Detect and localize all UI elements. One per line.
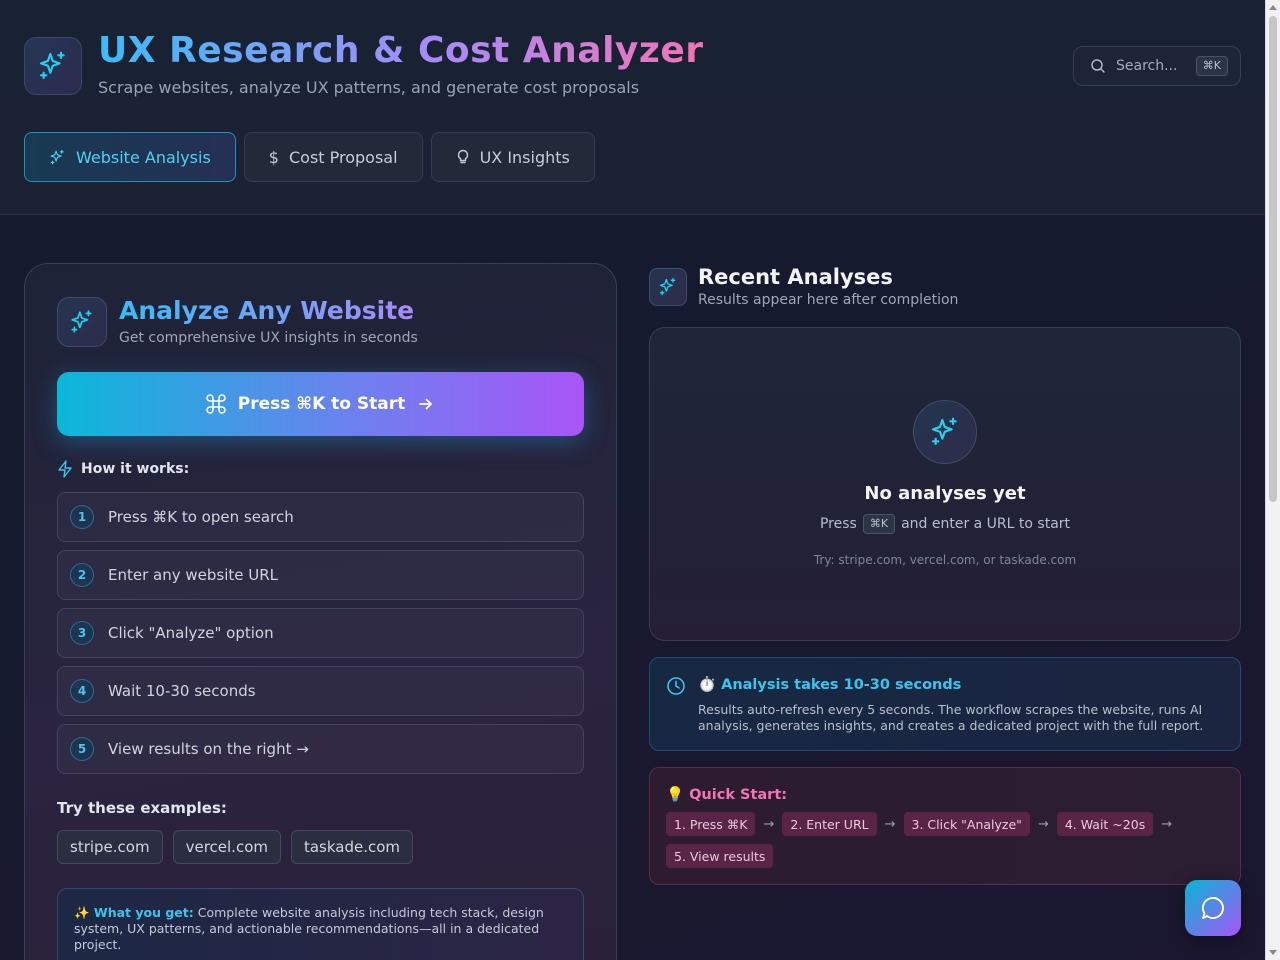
empty-state-card: No analyses yet Press ⌘K and enter a URL… xyxy=(649,327,1241,641)
tab-label: Website Analysis xyxy=(76,147,211,167)
recent-analyses-title: Recent Analyses xyxy=(698,265,893,289)
recent-analyses-icon xyxy=(649,268,687,306)
tab-bar: Website Analysis $ Cost Proposal UX Insi… xyxy=(24,132,595,182)
analysis-time-text: Results auto-refresh every 5 seconds. Th… xyxy=(698,702,1204,733)
step-number: 5 xyxy=(70,737,94,761)
arrow-icon: → xyxy=(1037,816,1049,832)
empty-state-hint: Press ⌘K and enter a URL to start xyxy=(650,514,1240,534)
examples-heading: Try these examples: xyxy=(57,799,227,817)
quick-start-step: 2. Enter URL xyxy=(782,812,877,836)
step-number: 1 xyxy=(70,505,94,529)
step-number: 4 xyxy=(70,679,94,703)
scrollbar-thumb[interactable] xyxy=(1269,16,1277,502)
sparkles-icon xyxy=(929,416,961,448)
chat-button[interactable] xyxy=(1185,880,1241,936)
example-chips: stripe.com vercel.com taskade.com xyxy=(57,830,414,864)
arrow-right-icon xyxy=(417,395,435,413)
clock-icon xyxy=(666,676,686,700)
tab-label: Cost Proposal xyxy=(288,147,398,167)
tab-ux-insights[interactable]: UX Insights xyxy=(430,132,595,182)
step-text: Press ⌘K to open search xyxy=(108,508,294,526)
what-you-get-label: ✨ What you get: xyxy=(74,905,194,920)
empty-hint-prefix: Press xyxy=(819,516,857,532)
app-logo xyxy=(24,37,82,95)
how-it-works-label: How it works: xyxy=(81,461,190,477)
scroll-down-icon[interactable] xyxy=(1269,950,1277,955)
list-item: 2 Enter any website URL xyxy=(57,550,584,600)
empty-hint-suffix: and enter a URL to start xyxy=(901,516,1071,532)
arrow-icon: → xyxy=(1161,816,1173,832)
empty-state-title: No analyses yet xyxy=(864,483,1026,504)
page-scrollbar[interactable] xyxy=(1265,0,1280,960)
search-shortcut-badge: ⌘K xyxy=(1195,56,1228,76)
quick-start-title: 💡 Quick Start: xyxy=(666,787,788,803)
dollar-icon: $ xyxy=(268,147,279,167)
list-item: 3 Click "Analyze" option xyxy=(57,608,584,658)
sparkles-icon xyxy=(49,149,66,166)
analyze-title: Analyze Any Website xyxy=(119,296,415,325)
step-number: 2 xyxy=(70,563,94,587)
quick-start-step: 4. Wait ~20s xyxy=(1056,812,1154,836)
quick-start-steps: 1. Press ⌘K → 2. Enter URL → 3. Click "A… xyxy=(666,812,1226,868)
step-text: Wait 10-30 seconds xyxy=(108,682,256,700)
empty-state-icon xyxy=(913,400,977,464)
search-button[interactable]: Search... ⌘K xyxy=(1073,46,1241,86)
steps-list: 1 Press ⌘K to open search 2 Enter any webs… xyxy=(57,492,584,782)
app-subtitle: Scrape websites, analyze UX patterns, an… xyxy=(98,78,640,97)
analysis-time-callout: ⏱️ Analysis takes 10-30 seconds Results … xyxy=(649,657,1241,751)
sparkles-icon xyxy=(37,50,69,82)
quick-start-step: 1. Press ⌘K xyxy=(666,812,756,836)
search-placeholder: Search... xyxy=(1116,58,1178,74)
app-title: UX Research & Cost Analyzer xyxy=(98,30,704,71)
tab-website-analysis[interactable]: Website Analysis xyxy=(24,132,236,182)
lightning-icon xyxy=(57,460,73,478)
list-item: 1 Press ⌘K to open search xyxy=(57,492,584,542)
quick-start-step: 5. View results xyxy=(666,844,774,868)
scroll-up-icon[interactable] xyxy=(1269,5,1277,10)
how-it-works-heading: How it works: xyxy=(57,460,189,478)
quick-start-callout: 💡 Quick Start: 1. Press ⌘K → 2. Enter UR… xyxy=(649,767,1241,885)
step-text: View results on the right → xyxy=(108,740,309,758)
example-chip-vercel[interactable]: vercel.com xyxy=(172,830,281,864)
chat-bubble-icon xyxy=(1200,895,1226,921)
lightbulb-icon xyxy=(456,149,470,165)
example-chip-stripe[interactable]: stripe.com xyxy=(57,830,163,864)
analyze-panel-icon xyxy=(57,297,107,347)
example-chip-taskade[interactable]: taskade.com xyxy=(290,830,414,864)
list-item: 5 View results on the right → xyxy=(57,724,584,774)
arrow-icon: → xyxy=(884,816,896,832)
start-analysis-label: Press ⌘K to Start xyxy=(237,394,406,414)
start-analysis-button[interactable]: Press ⌘K to Start xyxy=(57,372,584,436)
sparkles-icon xyxy=(658,277,678,297)
tab-cost-proposal[interactable]: $ Cost Proposal xyxy=(243,132,423,182)
app-header: UX Research & Cost Analyzer Scrape websi… xyxy=(0,0,1265,215)
analyze-panel: Analyze Any Website Get comprehensive UX… xyxy=(24,263,617,960)
command-icon xyxy=(206,394,226,414)
sparkles-icon xyxy=(69,309,95,335)
recent-analyses-subtitle: Results appear here after completion xyxy=(698,292,959,308)
analyze-subtitle: Get comprehensive UX insights in seconds xyxy=(119,330,418,346)
empty-state-examples: Try: stripe.com, vercel.com, or taskade.… xyxy=(813,553,1077,567)
step-text: Click "Analyze" option xyxy=(108,624,274,642)
what-you-get-callout: ✨ What you get: Complete website analysi… xyxy=(57,888,584,960)
list-item: 4 Wait 10-30 seconds xyxy=(57,666,584,716)
quick-start-step: 3. Click "Analyze" xyxy=(903,812,1030,836)
arrow-icon: → xyxy=(763,816,775,832)
step-text: Enter any website URL xyxy=(108,566,279,584)
analysis-time-title: ⏱️ Analysis takes 10-30 seconds xyxy=(698,677,962,693)
search-icon xyxy=(1090,58,1106,74)
step-number: 3 xyxy=(70,621,94,645)
shortcut-badge: ⌘K xyxy=(862,514,896,534)
tab-label: UX Insights xyxy=(479,147,570,167)
